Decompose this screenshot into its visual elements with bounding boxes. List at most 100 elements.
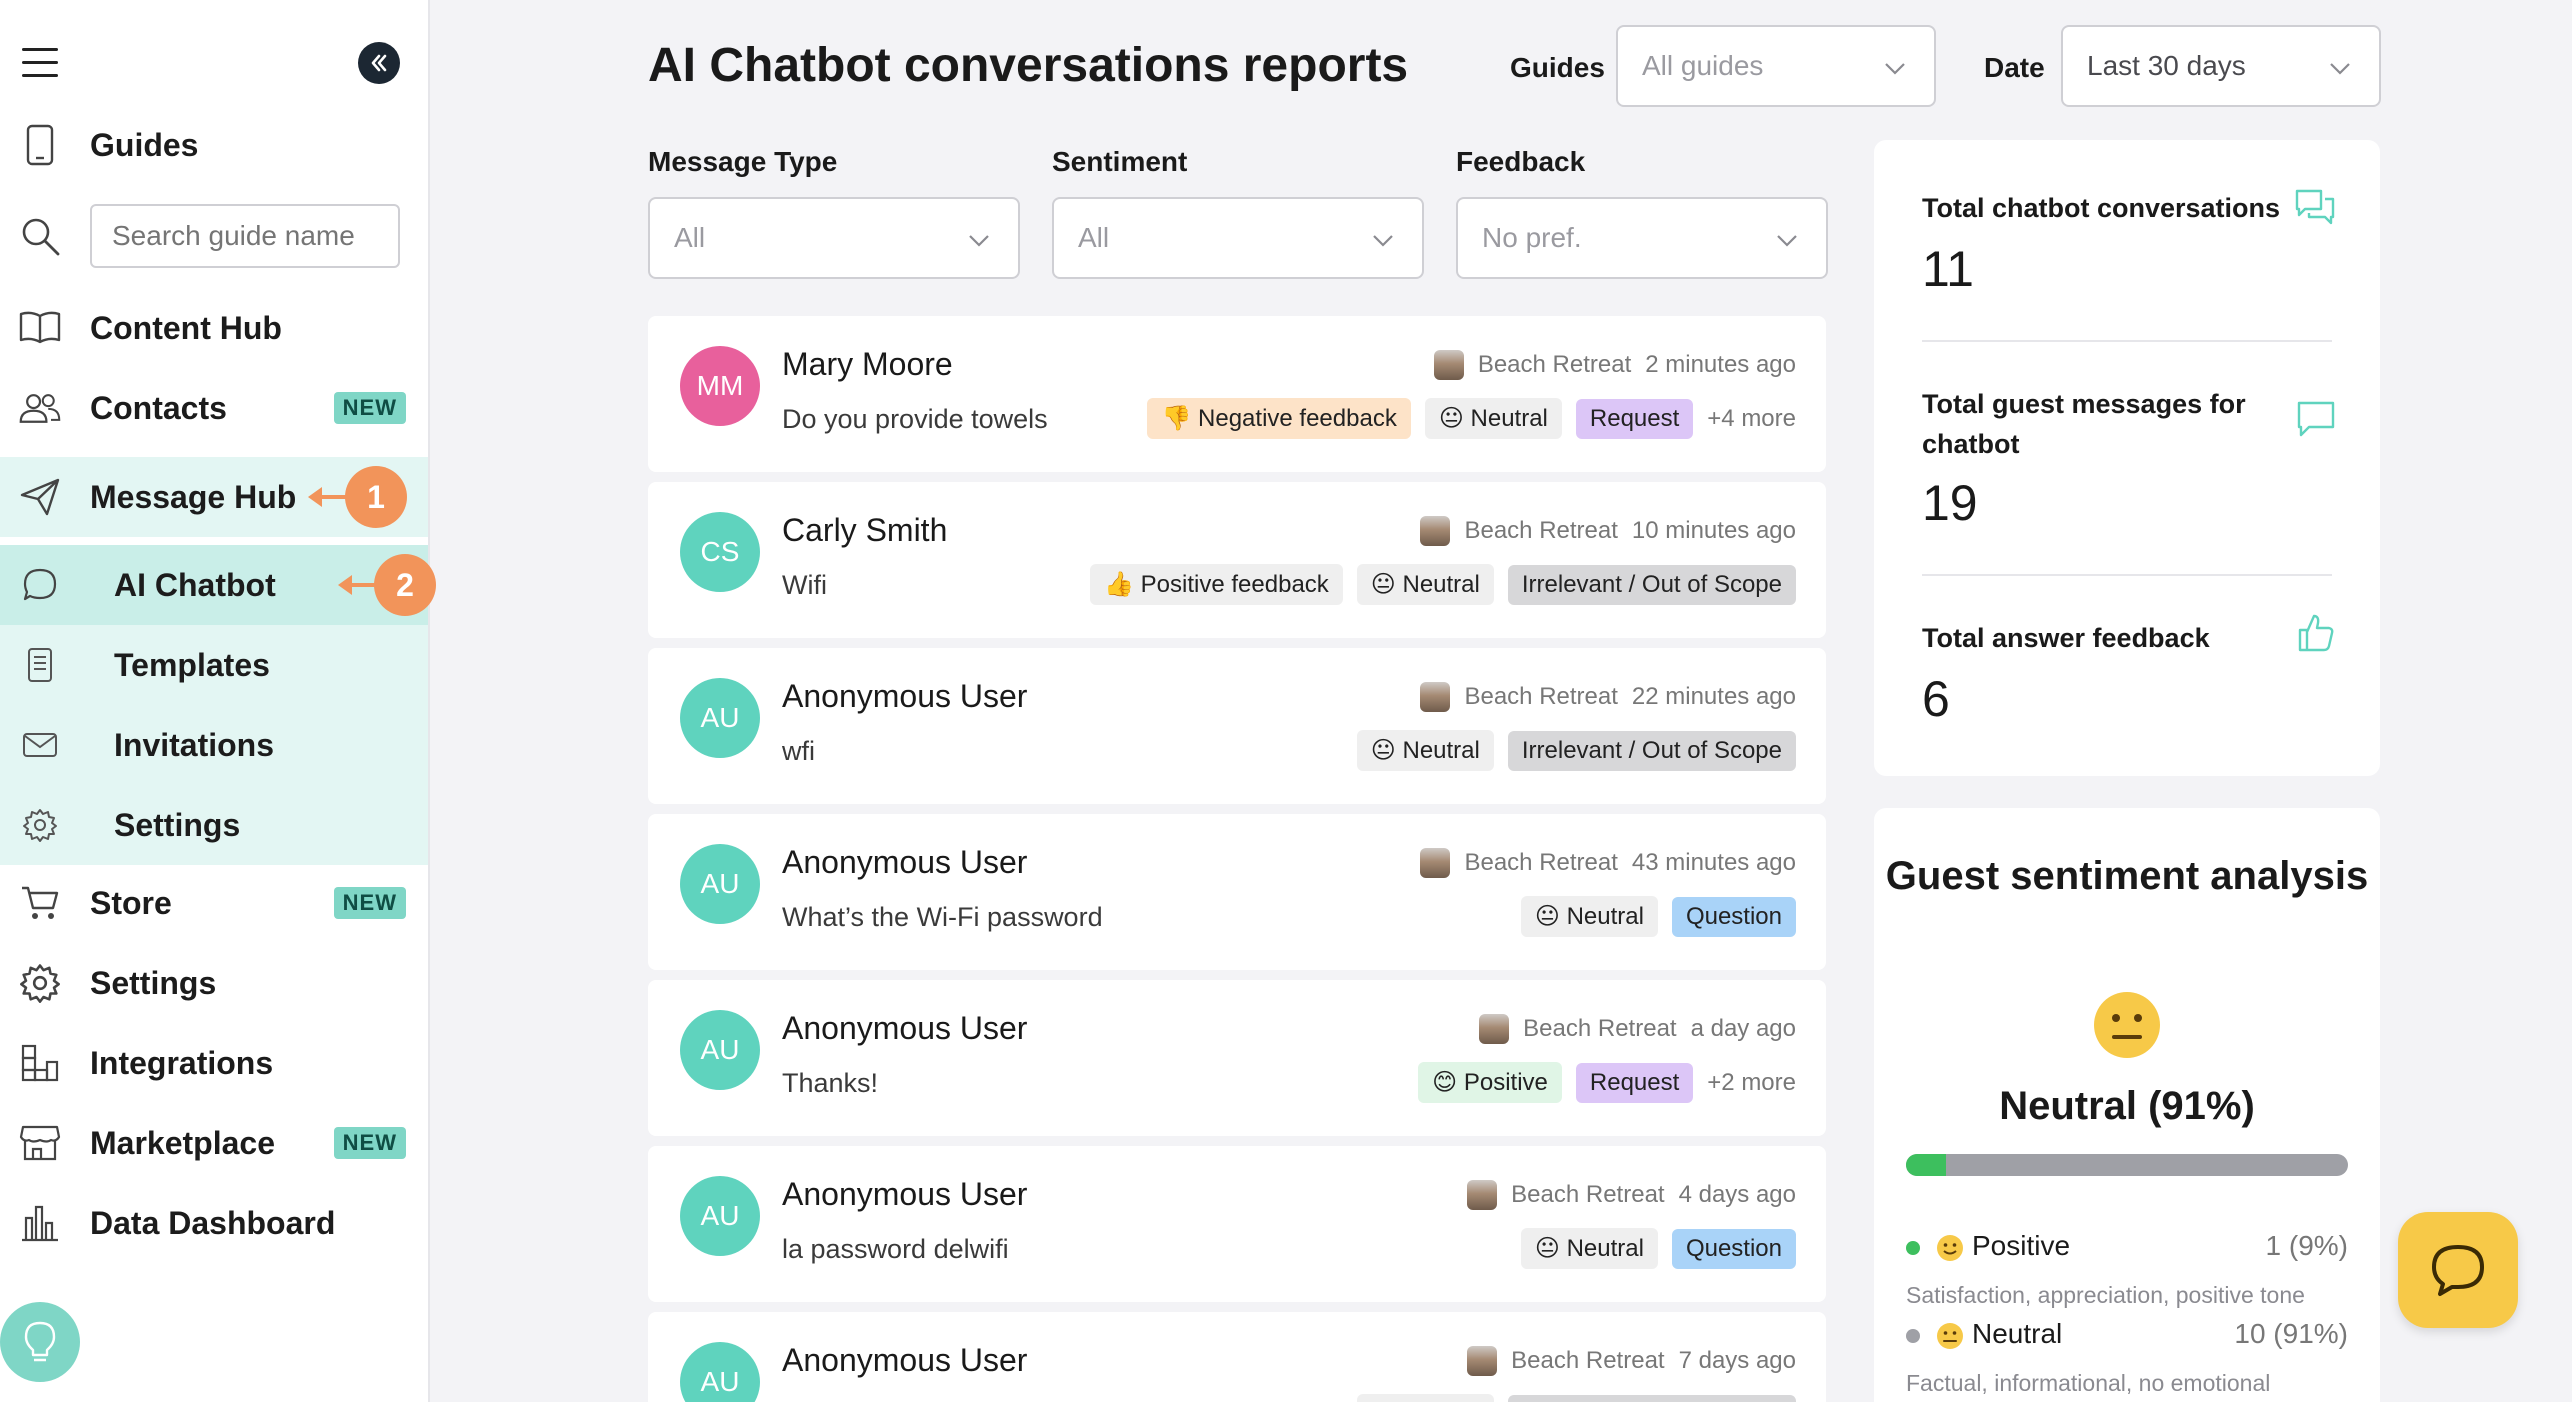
feedback-value: No pref. [1482,222,1582,253]
sentiment-main-value: Neutral (91%) [1999,1084,2255,1128]
divider [1922,574,2332,576]
sidebar-item-invitations[interactable]: Invitations [0,705,428,785]
conversation-card[interactable]: MM Mary Moore Do you provide towels Beach R… [648,316,1826,472]
sidebar-item-marketplace[interactable]: Marketplace NEW [0,1104,428,1182]
tag-badge: 😐 Neutral [1424,398,1562,439]
conversation-time: 4 days ago [1678,1181,1796,1208]
sentiment-label: Sentiment [1052,146,1188,177]
sidebar-item-label: Data Dashboard [90,1204,336,1241]
guide-thumbnail [1420,848,1451,878]
collapse-sidebar-icon[interactable] [358,42,400,84]
chevron-down-icon [969,235,989,247]
tag-badge: 😐 Neutral [1356,564,1494,605]
chat-bubble-icon [18,563,62,607]
stat-label: Total chatbot conversations [1922,193,2281,223]
tag-badge: Question [1671,896,1796,937]
chevron-down-icon [1885,63,1905,75]
conversation-user-name: Mary Moore [782,346,953,382]
tag-badge: Question [1671,1228,1796,1269]
guide-name: Beach Retreat [1477,351,1632,378]
guide-name: Beach Retreat [1464,683,1618,710]
sidebar-item-contacts[interactable]: Contacts NEW [0,369,428,447]
lightbulb-icon[interactable] [0,1302,80,1382]
guide-thumbnail [1479,1014,1510,1044]
sidebar-item-label: Marketplace [90,1124,275,1161]
stat-label: Total guest messages for chatbot [1922,389,2246,459]
sidebar-item-message-settings[interactable]: Settings [0,785,428,865]
conversation-time: 2 minutes ago [1645,351,1796,378]
conversation-card[interactable]: AUAnonymous UserwifiBeach Retreat7 days … [648,1312,1826,1402]
legend-dot [1906,1241,1920,1255]
sentiment-select[interactable]: All [1052,197,1424,279]
sentiment-value: All [1078,222,1110,253]
guides-select[interactable]: All guides [1616,25,1936,107]
conversation-message: Wifi [782,570,827,600]
conversation-tags: 😐 Neutral Irrelevant / Out of Scope [1356,730,1796,771]
sidebar-item-guides[interactable]: Guides [0,106,428,184]
conversation-meta: Beach Retreat 2 minutes ago [1433,350,1796,380]
message-type-select[interactable]: All [648,197,1020,279]
tag-badge: Irrelevant / Out of Scope [1507,1394,1796,1402]
avatar: CS [680,512,760,592]
guides-select-value: All guides [1642,50,1764,81]
guide-name: Beach Retreat [1511,1347,1665,1374]
search-guide-input[interactable] [90,204,400,268]
conversation-card[interactable]: AU Anonymous User Thanks! Beach Retreat a da… [648,980,1826,1136]
tag-badge: Irrelevant / Out of Scope [1507,730,1796,771]
conversation-card[interactable]: AU Anonymous User la password delwifi Beach… [648,1146,1826,1302]
conversation-message: Thanks! [782,1068,879,1098]
conversation-time: 22 minutes ago [1631,683,1796,710]
conversation-card[interactable]: CS Carly Smith Wifi Beach Retreat 10 minutes… [648,482,1826,638]
stat-value: 11 [1922,241,1974,297]
sidebar-item-label: Contacts [90,389,227,426]
conversation-message: Do you provide towels [782,404,1048,434]
menu-icon[interactable] [22,48,58,78]
sidebar-item-label: AI Chatbot [114,566,276,603]
gear-icon [18,803,62,847]
stat-value: 6 [1922,671,1950,727]
new-badge: NEW [333,392,406,424]
tag-badge: 😐 Neutral [1356,1394,1494,1402]
sidebar-item-settings[interactable]: Settings [0,944,428,1022]
sentiment-count: 1 (9%) [2265,1230,2348,1261]
more-tags-link[interactable]: +2 more [1707,1069,1796,1097]
tag-badge: 😐 Neutral [1520,1228,1658,1269]
sidebar-item-label: Guides [90,126,199,163]
sidebar-item-label: Settings [114,806,241,843]
date-filter-label: Date [1984,52,2045,83]
avatar: AU [680,1342,760,1402]
sentiment-name: Positive [1972,1230,2071,1261]
conversation-card[interactable]: AU Anonymous User What’s the Wi-Fi passwor… [648,814,1826,970]
conversation-message: wfi [782,736,815,766]
sidebar-item-store[interactable]: Store NEW [0,864,428,942]
legend-dot [1906,1329,1920,1343]
guide-thumbnail [1433,350,1464,380]
sidebar-item-content-hub[interactable]: Content Hub [0,289,428,367]
tag-badge: 👍 Positive feedback [1090,564,1343,605]
conversation-meta: Beach Retreat a day ago [1479,1014,1796,1044]
conversation-tags: 👍 Positive feedback 😐 Neutral Irrelevant /… [1090,564,1796,605]
guide-name: Beach Retreat [1464,517,1618,544]
guide-thumbnail [1420,682,1451,712]
storefront-icon [18,1121,62,1165]
sidebar-item-label: Integrations [90,1044,274,1081]
sentiment-description: Satisfaction, appreciation, positive ton… [1906,1282,2305,1308]
more-tags-link[interactable]: +4 more [1707,405,1796,433]
feedback-select[interactable]: No pref. [1456,197,1828,279]
chat-bubble-icon [2432,1245,2484,1296]
help-chat-button[interactable] [2398,1212,2518,1328]
conversation-tags: 😐 Neutral Question [1520,1228,1796,1269]
sidebar-item-templates[interactable]: Templates [0,625,428,705]
phone-icon [18,123,62,167]
step-marker: 1 [345,466,407,528]
conversation-meta: Beach Retreat 10 minutes ago [1420,516,1796,546]
conversation-time: 43 minutes ago [1631,849,1796,876]
date-select[interactable]: Last 30 days [2061,25,2381,107]
sentiment-bar [1906,1154,2348,1176]
conversation-card[interactable]: AU Anonymous User wfi Beach Retreat 22 minut… [648,648,1826,804]
sidebar-item-data-dashboard[interactable]: Data Dashboard [0,1184,428,1262]
chevron-down-icon [1777,235,1797,247]
tag-badge: 😐 Neutral [1520,896,1658,937]
sidebar-item-integrations[interactable]: Integrations [0,1024,428,1102]
new-badge: NEW [333,887,406,919]
